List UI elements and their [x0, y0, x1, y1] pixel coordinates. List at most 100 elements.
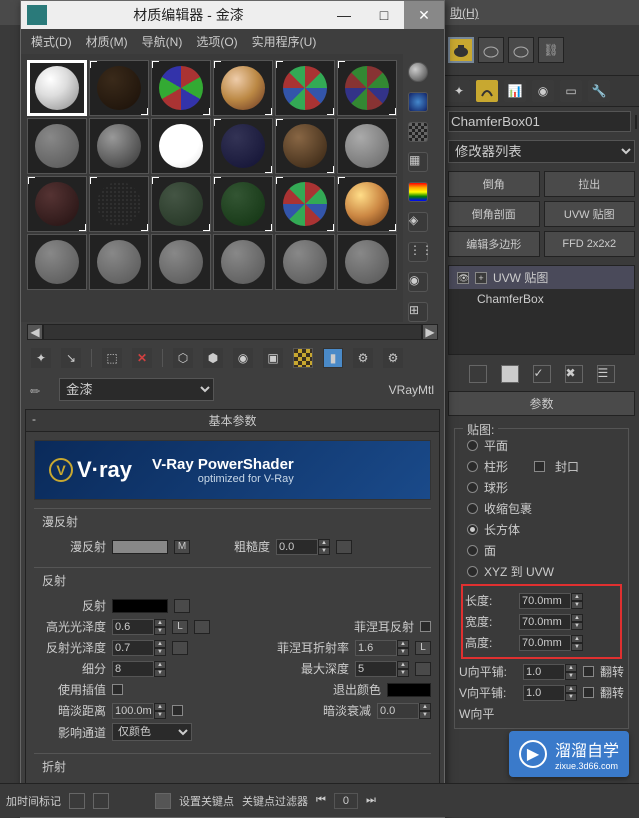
checker-bg-icon[interactable]	[408, 122, 428, 142]
teapot3-icon[interactable]	[508, 37, 534, 63]
sample-slot[interactable]	[151, 176, 211, 232]
put-mat-icon[interactable]: ↘	[61, 348, 81, 368]
subdiv-input[interactable]	[112, 661, 154, 677]
video-check-icon[interactable]	[408, 182, 428, 202]
reflgloss-map-button[interactable]	[172, 641, 188, 655]
eyedropper-icon[interactable]: ✎	[27, 375, 55, 403]
sample-slot[interactable]	[27, 118, 87, 174]
material-type-button[interactable]: VRayMtl	[389, 383, 434, 397]
spin-up[interactable]: ▲	[571, 593, 583, 601]
sample-slot[interactable]	[213, 234, 273, 290]
reflgloss-input[interactable]	[112, 640, 154, 656]
util-tab-icon[interactable]: 🔧	[588, 80, 610, 102]
sample-slot[interactable]	[275, 60, 335, 116]
close-button[interactable]: ✕	[404, 1, 444, 29]
spin-down[interactable]: ▼	[571, 643, 583, 651]
options-icon[interactable]: ⋮⋮	[408, 242, 428, 262]
hilight-lock-button[interactable]: L	[172, 620, 188, 634]
hilight-map-button[interactable]	[194, 620, 210, 634]
get-mat-icon[interactable]: ✦	[31, 348, 51, 368]
config-icon[interactable]: ☰	[597, 365, 615, 383]
exitcolor-swatch[interactable]	[387, 683, 431, 697]
scroll-right-icon[interactable]: ▶	[422, 324, 438, 340]
frame-box[interactable]: 0	[334, 793, 358, 809]
expand-icon[interactable]: +	[475, 272, 487, 284]
map-shrink-radio[interactable]	[467, 503, 478, 514]
reset-icon[interactable]: ✕	[132, 348, 152, 368]
sample-slot[interactable]	[27, 234, 87, 290]
reflect-swatch[interactable]	[112, 599, 168, 613]
sample-slot[interactable]	[151, 60, 211, 116]
utile-input[interactable]	[523, 664, 565, 680]
basic-params-header[interactable]: -基本参数	[26, 410, 439, 432]
go-parent-icon[interactable]: ▮	[323, 348, 343, 368]
sample-slot[interactable]	[213, 176, 273, 232]
map-plane-radio[interactable]	[467, 440, 478, 451]
show-icon[interactable]: ∥	[501, 365, 519, 383]
uvw-map-button[interactable]: UVW 贴图	[544, 201, 636, 227]
object-color-swatch[interactable]	[635, 115, 637, 129]
sample-uv-icon[interactable]: ▦	[408, 152, 428, 172]
next-key-icon[interactable]: ⏭	[366, 794, 376, 807]
remove-icon[interactable]: ✖	[565, 365, 583, 383]
select-by-mat-icon[interactable]: ◉	[408, 272, 428, 292]
backlight-icon[interactable]	[408, 92, 428, 112]
sample-slot[interactable]	[337, 234, 397, 290]
minimize-button[interactable]: —	[324, 1, 364, 29]
width-input[interactable]	[519, 614, 571, 630]
maxdepth-input[interactable]	[355, 661, 397, 677]
modifier-list-dropdown[interactable]: 修改器列表	[448, 140, 635, 163]
unique-icon[interactable]: ✓	[533, 365, 551, 383]
cap-check[interactable]	[534, 461, 545, 472]
hilight-input[interactable]	[112, 619, 154, 635]
go-sibling-icon[interactable]: ⚙	[353, 348, 373, 368]
sample-slot[interactable]	[213, 118, 273, 174]
addtime-label[interactable]: 加时间标记	[6, 793, 61, 809]
sample-slot[interactable]	[27, 176, 87, 232]
height-input[interactable]	[519, 635, 571, 651]
display-tab-icon[interactable]: ▭	[560, 80, 582, 102]
fresnel-ior-input[interactable]	[355, 640, 397, 656]
sample-slot[interactable]	[337, 60, 397, 116]
sample-slot[interactable]	[89, 118, 149, 174]
spin-down[interactable]: ▼	[571, 622, 583, 630]
spin-down[interactable]: ▼	[571, 601, 583, 609]
scroll-track[interactable]	[43, 324, 422, 340]
sample-slot[interactable]	[337, 176, 397, 232]
menu-nav[interactable]: 导航(N)	[142, 33, 183, 50]
motion-tab-icon[interactable]: ◉	[532, 80, 554, 102]
object-name-field[interactable]	[448, 111, 631, 132]
chamfer-face-button[interactable]: 倒角剖面	[448, 201, 540, 227]
help-menu[interactable]: 助(H)	[450, 4, 479, 21]
diffuse-swatch[interactable]	[112, 540, 168, 554]
modifier-stack[interactable]: 👁 + UVW 贴图 ChamferBox	[448, 265, 635, 355]
show-map-icon[interactable]: ▣	[263, 348, 283, 368]
sample-slot[interactable]	[337, 118, 397, 174]
material-name-select[interactable]: 金漆	[59, 378, 214, 401]
sample-slot[interactable]	[275, 118, 335, 174]
create-tab-icon[interactable]: ✦	[448, 80, 470, 102]
length-input[interactable]	[519, 593, 571, 609]
mat-id-icon[interactable]: ⊞	[408, 302, 428, 322]
fresnel-lock-button[interactable]: L	[415, 641, 431, 655]
dimdist-input[interactable]	[112, 703, 154, 719]
chamfer-button[interactable]: 倒角	[448, 171, 540, 197]
params-rollout-header[interactable]: 参数	[448, 391, 635, 416]
roughness-input[interactable]	[276, 539, 318, 555]
edit-poly-button[interactable]: 编辑多边形	[448, 231, 540, 257]
put-lib-icon[interactable]: ⬢	[203, 348, 223, 368]
fresnel-check[interactable]	[420, 621, 431, 632]
sample-slot[interactable]	[275, 234, 335, 290]
tag2-icon[interactable]	[93, 793, 109, 809]
map-face-radio[interactable]	[467, 545, 478, 556]
teapot2-icon[interactable]	[478, 37, 504, 63]
modify-tab-icon[interactable]	[476, 80, 498, 102]
spin-up[interactable]: ▲	[571, 614, 583, 622]
diffuse-map-button[interactable]: M	[174, 540, 190, 554]
tag-icon[interactable]	[69, 793, 85, 809]
dimdist-check[interactable]	[172, 705, 183, 716]
chain-icon[interactable]: ⛓	[538, 37, 564, 63]
sample-slot[interactable]	[151, 118, 211, 174]
stack-item-uvw[interactable]: 👁 + UVW 贴图	[449, 266, 634, 289]
spin-up[interactable]: ▲	[571, 635, 583, 643]
